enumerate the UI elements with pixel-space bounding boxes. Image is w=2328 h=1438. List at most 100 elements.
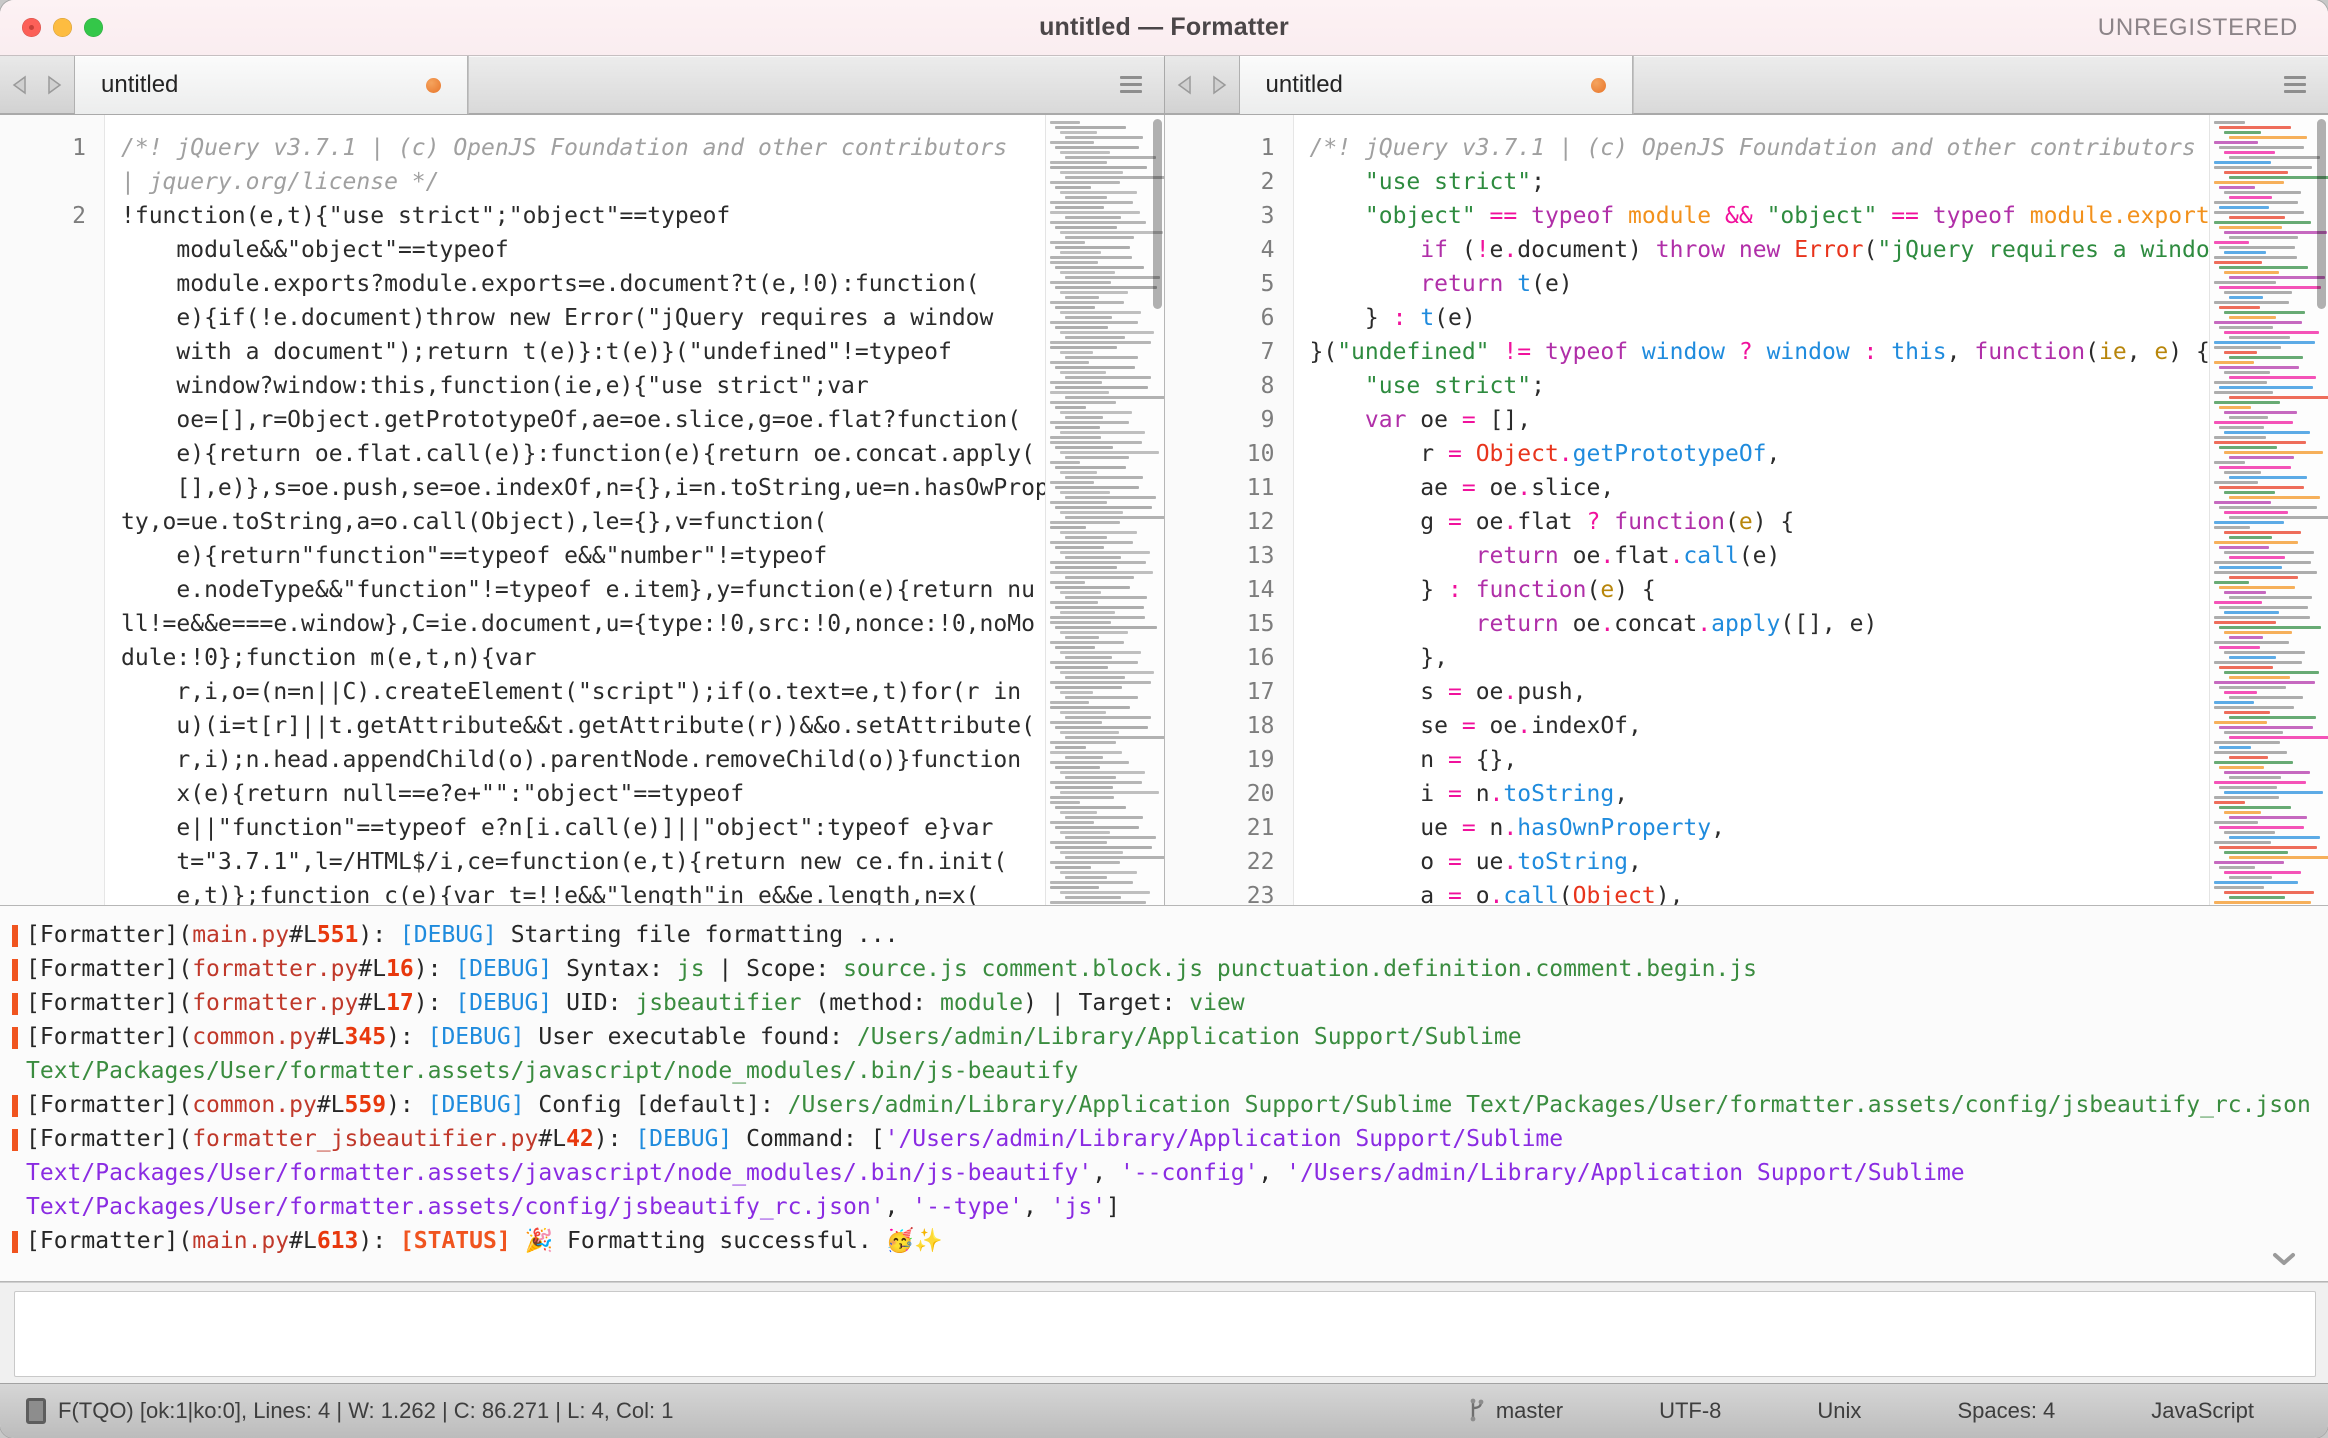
code-line[interactable]: "use strict"; [1310,165,2210,199]
status-syntax[interactable]: JavaScript [2103,1398,2302,1424]
code-line[interactable]: oe=[],r=Object.getPrototypeOf,ae=oe.slic… [121,403,1045,437]
code-line[interactable]: return t(e) [1310,267,2210,301]
code-line[interactable]: i = n.toString, [1310,777,2210,811]
code-line[interactable]: r,i);n.head.appendChild(o).parentNode.re… [121,743,1045,777]
log-token: User executable found: [525,1024,857,1050]
code-line[interactable]: e.nodeType&&"function"!=typeof e.item},y… [121,573,1045,607]
minimap-line [1065,596,1148,599]
left-minimap[interactable] [1045,115,1164,905]
log-token: (method: [802,990,940,1016]
code-line[interactable]: if (!e.document) throw new Error("jQuery… [1310,233,2210,267]
code-line[interactable]: } : function(e) { [1310,573,2210,607]
console-scroll-down-button[interactable] [2240,1237,2328,1281]
code-line[interactable]: r,i,o=(n=n||C).createElement("script");i… [121,675,1045,709]
tab-dirty-indicator[interactable] [1591,78,1606,93]
code-line[interactable]: ae = oe.slice, [1310,471,2210,505]
code-line[interactable]: g = oe.flat ? function(e) { [1310,505,2210,539]
code-line[interactable]: } : t(e) [1310,301,2210,335]
minimap-line [2219,306,2260,309]
chevron-down-icon[interactable] [2271,1251,2297,1267]
minimap-line [2214,421,2293,424]
console-output-panel[interactable]: [Formatter](main.py#L551): [DEBUG] Start… [0,906,2328,1282]
code-line[interactable]: /*! jQuery v3.7.1 | (c) OpenJS Foundatio… [121,131,1045,165]
nav-next-icon[interactable] [42,73,64,97]
code-line[interactable]: "object" == typeof module && "object" ==… [1310,199,2210,233]
left-code-content[interactable]: /*! jQuery v3.7.1 | (c) OpenJS Foundatio… [105,115,1045,905]
right-code-content[interactable]: /*! jQuery v3.7.1 | (c) OpenJS Foundatio… [1294,115,2210,905]
left-tab-nav[interactable] [0,56,75,114]
scrollbar-thumb[interactable] [2317,119,2326,309]
minimap-line [1060,591,1102,594]
right-editor-pane[interactable]: 1234567891011121314151617181920212223 /*… [1165,115,2328,905]
code-line[interactable]: /*! jQuery v3.7.1 | (c) OpenJS Foundatio… [1310,131,2210,165]
minimap-line [1055,406,1087,409]
right-tab-nav[interactable] [1165,56,1240,114]
minimap-line [1055,606,1144,609]
code-line[interactable]: var oe = [], [1310,403,2210,437]
line-number [0,641,86,675]
code-line[interactable]: [],e)},s=oe.push,se=oe.indexOf,n={},i=n.… [121,471,1045,505]
line-number: 23 [1165,879,1275,905]
code-line[interactable]: r = Object.getPrototypeOf, [1310,437,2210,471]
code-line[interactable]: "use strict"; [1310,369,2210,403]
minimap-line [2214,391,2273,394]
tab-untitled-left[interactable]: untitled [75,56,468,114]
code-line[interactable]: !function(e,t){"use strict";"object"==ty… [121,199,1045,233]
code-line[interactable]: e){return oe.flat.call(e)}:function(e){r… [121,437,1045,471]
minimap-line [1060,191,1137,194]
code-line[interactable]: o = ue.toString, [1310,845,2210,879]
scrollbar-thumb[interactable] [1153,119,1162,309]
status-indentation[interactable]: Spaces: 4 [1909,1398,2103,1424]
code-line[interactable]: | jquery.org/license */ [121,165,1045,199]
formatter-status-icon[interactable] [26,1398,46,1424]
code-line[interactable]: ll!=e&&e===e.window},C=ie.document,u={ty… [121,607,1045,641]
hamburger-icon[interactable] [2284,76,2306,93]
minimap-line [2224,191,2301,194]
code-line[interactable]: se = oe.indexOf, [1310,709,2210,743]
code-line[interactable]: s = oe.push, [1310,675,2210,709]
code-line[interactable]: window?window:this,function(ie,e){"use s… [121,369,1045,403]
right-minimap[interactable] [2209,115,2328,905]
code-line[interactable]: e||"function"==typeof e?n[i.call(e)]||"o… [121,811,1045,845]
tab-untitled-right[interactable]: untitled [1240,56,1633,114]
minimap-line [1060,711,1106,714]
code-line[interactable]: n = {}, [1310,743,2210,777]
right-vertical-scrollbar[interactable] [2315,115,2328,905]
code-line[interactable]: e){if(!e.document)throw new Error("jQuer… [121,301,1045,335]
nav-prev-icon[interactable] [10,73,32,97]
status-line-endings[interactable]: Unix [1769,1398,1909,1424]
code-line[interactable]: ue = n.hasOwnProperty, [1310,811,2210,845]
code-line[interactable]: module&&"object"==typeof [121,233,1045,267]
code-line[interactable]: return oe.concat.apply([], e) [1310,607,2210,641]
status-encoding[interactable]: UTF-8 [1611,1398,1769,1424]
console-input-field[interactable] [14,1291,2316,1377]
console-input-strip[interactable] [0,1282,2328,1383]
code-line[interactable]: module.exports?module.exports=e.document… [121,267,1045,301]
code-line[interactable]: u)(i=t[r]||t.getAttribute&&t.getAttribut… [121,709,1045,743]
tab-dirty-indicator[interactable] [426,78,441,93]
minimap-line [2214,301,2289,304]
code-line[interactable]: e,t)};function c(e){var t=!!e&&"length"i… [121,879,1045,905]
code-line[interactable]: e){return"function"==typeof e&&"number"!… [121,539,1045,573]
log-token: [DEBUG] [400,922,497,948]
minimap-line [2219,246,2295,249]
minimap-line [2214,481,2258,484]
code-line[interactable]: a = o.call(Object), [1310,879,2210,905]
code-line[interactable]: }("undefined" != typeof window ? window … [1310,335,2210,369]
code-line[interactable]: x(e){return null==e?e+"":"object"==typeo… [121,777,1045,811]
code-token-plain: ( [1586,577,1600,603]
code-line[interactable]: dule:!0};function m(e,t,n){var [121,641,1045,675]
code-line[interactable]: return oe.flat.call(e) [1310,539,2210,573]
code-line[interactable]: t="3.7.1",l=/HTML$/i,ce=function(e,t){re… [121,845,1045,879]
hamburger-icon[interactable] [1120,76,1142,93]
nav-prev-icon[interactable] [1175,73,1197,97]
left-editor-pane[interactable]: 1 2 /*! jQuery v3.7.1 | (c) OpenJS Found… [0,115,1165,905]
code-token-op: = [1448,679,1462,705]
minimap-line [1060,451,1159,454]
nav-next-icon[interactable] [1207,73,1229,97]
code-line[interactable]: with a document");return t(e)}:t(e)}("un… [121,335,1045,369]
code-line[interactable]: }, [1310,641,2210,675]
code-line[interactable]: ty,o=ue.toString,a=o.call(Object),le={},… [121,505,1045,539]
status-branch[interactable]: master [1420,1398,1611,1424]
left-vertical-scrollbar[interactable] [1151,115,1164,905]
